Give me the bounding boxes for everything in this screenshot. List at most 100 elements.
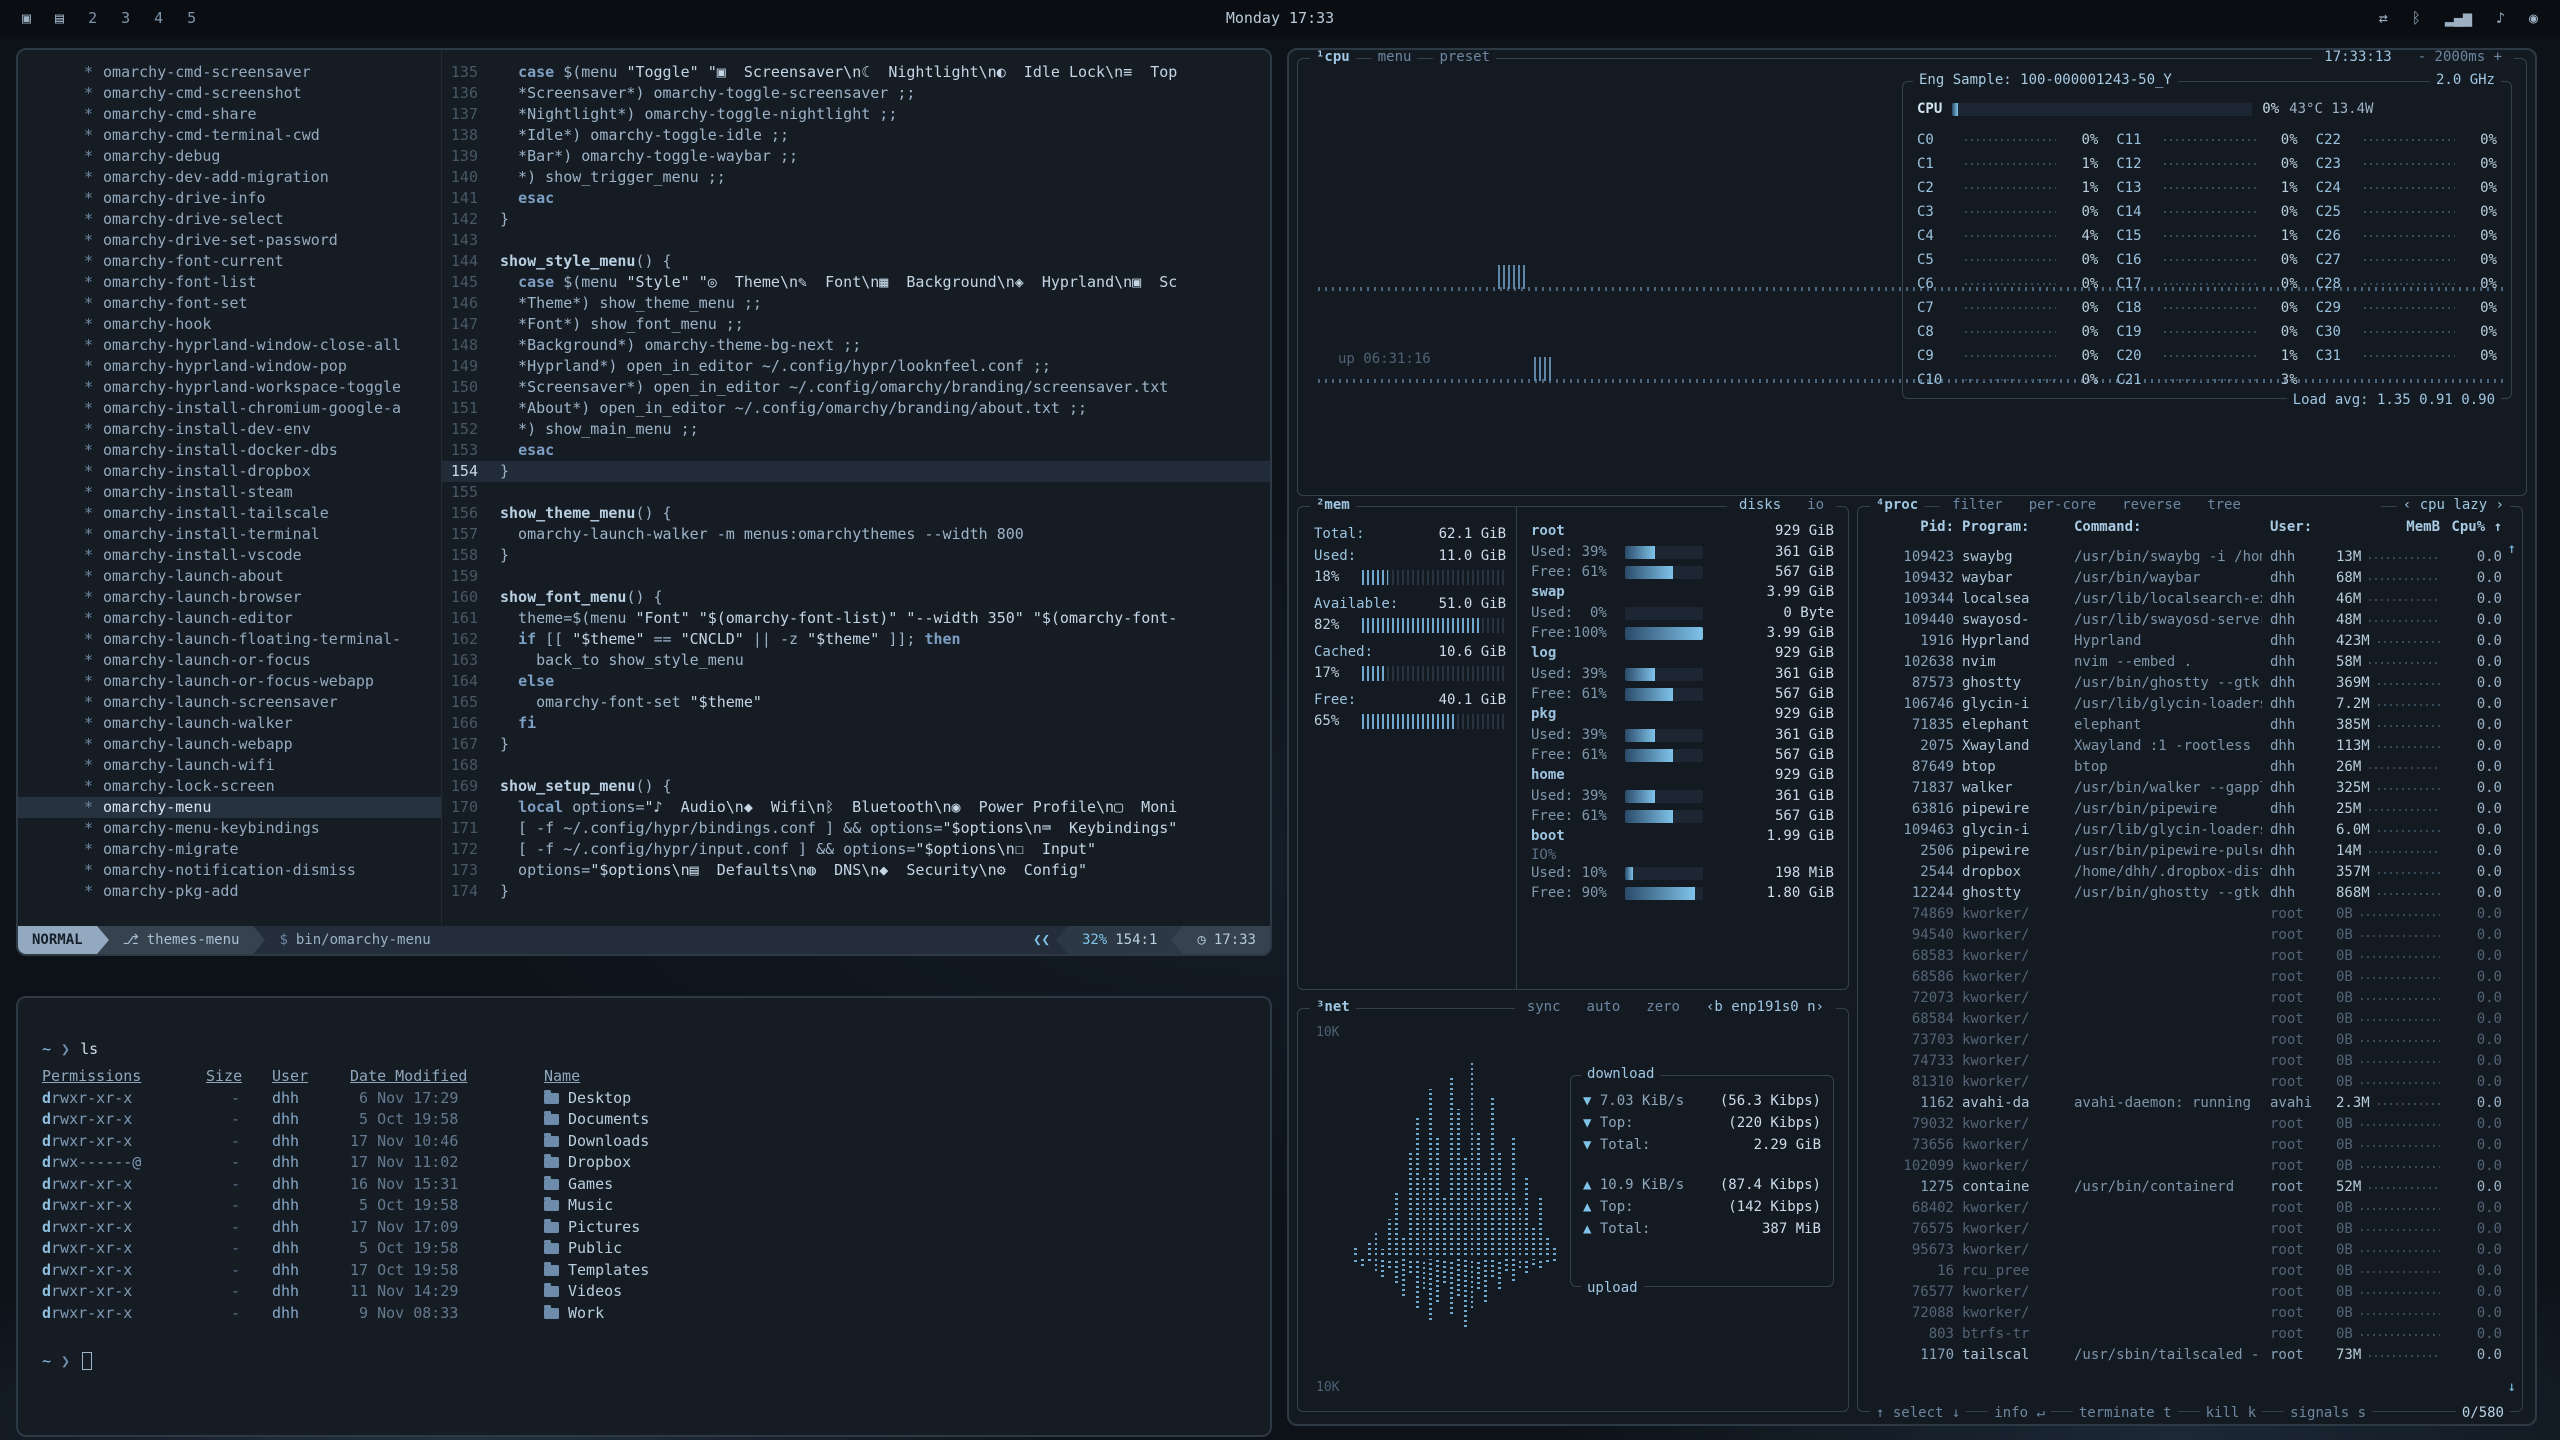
sync-button[interactable]: sync [1521,999,1567,1015]
process-row[interactable]: 1916HyprlandHyprlanddhh423M0.0 [1870,631,2502,652]
explorer-item[interactable]: *omarchy-menu [18,797,441,818]
explorer-item[interactable]: *omarchy-launch-or-focus [84,650,441,671]
process-row[interactable]: 76575kworker/root0B0.0 [1870,1219,2502,1240]
explorer-item[interactable]: *omarchy-install-steam [84,482,441,503]
process-row[interactable]: 109440swayosd-/usr/lib/swayosd-serverdhh… [1870,610,2502,631]
explorer-item[interactable]: *omarchy-cmd-screensaver [84,62,441,83]
process-row[interactable]: 1162avahi-daavahi-daemon: running [avahi… [1870,1093,2502,1114]
process-row[interactable]: 68586kworker/root0B0.0 [1870,967,2502,988]
explorer-item[interactable]: *omarchy-install-dev-env [84,419,441,440]
explorer-item[interactable]: *omarchy-hyprland-workspace-toggle [84,377,441,398]
explorer-item[interactable]: *omarchy-launch-webapp [84,734,441,755]
process-row[interactable]: 109432waybar/usr/bin/waybardhh68M0.0 [1870,568,2502,589]
explorer-item[interactable]: *omarchy-install-chromium-google-a [84,398,441,419]
explorer-item[interactable]: *omarchy-font-set [84,293,441,314]
process-row[interactable]: 109423swaybg/usr/bin/swaybg -i /homdhh13… [1870,547,2502,568]
column-header[interactable]: Command: [2074,519,2262,535]
process-row[interactable]: 94540kworker/root0B0.0 [1870,925,2502,946]
explorer-pane[interactable]: *omarchy-cmd-screensaver*omarchy-cmd-scr… [18,50,442,928]
explorer-item[interactable]: *omarchy-launch-or-focus-webapp [84,671,441,692]
footer-hint[interactable]: info ↵ [1988,1405,2051,1421]
code-pane[interactable]: 135 case $(menu "Toggle" "▣ Screensaver\… [442,50,1270,928]
explorer-item[interactable]: *omarchy-cmd-share [84,104,441,125]
footer-hint[interactable]: kill k [2200,1405,2263,1421]
process-row[interactable]: 68583kworker/root0B0.0 [1870,946,2502,967]
process-row[interactable]: 74869kworker/root0B0.0 [1870,904,2502,925]
workspace-button[interactable]: 3 [121,9,130,27]
footer-hint[interactable]: ↑ select ↓ [1870,1405,1966,1421]
explorer-item[interactable]: *omarchy-launch-browser [84,587,441,608]
explorer-item[interactable]: *omarchy-cmd-screenshot [84,83,441,104]
workspace-button[interactable]: 5 [187,9,196,27]
process-row[interactable]: 87649btopbtopdhh26M0.0 [1870,757,2502,778]
explorer-item[interactable]: *omarchy-install-dropbox [84,461,441,482]
footer-hint[interactable]: signals s [2284,1405,2372,1421]
explorer-item[interactable]: *omarchy-dev-add-migration [84,167,441,188]
process-row[interactable]: 2075XwaylandXwayland :1 -rootless -dhh11… [1870,736,2502,757]
explorer-item[interactable]: *omarchy-hyprland-window-close-all [84,335,441,356]
process-row[interactable]: 1275containe/usr/bin/containerdroot52M0.… [1870,1177,2502,1198]
explorer-item[interactable]: *omarchy-install-terminal [84,524,441,545]
process-row[interactable]: 803btrfs-trroot0B0.0 [1870,1324,2502,1345]
process-row[interactable]: 72088kworker/root0B0.0 [1870,1303,2502,1324]
process-row[interactable]: 73703kworker/root0B0.0 [1870,1030,2502,1051]
column-header[interactable]: Cpu% ↑ [2448,519,2502,535]
explorer-item[interactable]: *omarchy-hook [84,314,441,335]
window-icon[interactable]: ▤ [55,9,64,27]
explorer-item[interactable]: *omarchy-drive-set-password [84,230,441,251]
process-row[interactable]: 12244ghostty/usr/bin/ghostty --gtk-dhh86… [1870,883,2502,904]
explorer-item[interactable]: *omarchy-install-vscode [84,545,441,566]
explorer-item[interactable]: *omarchy-migrate [84,839,441,860]
process-row[interactable]: 76577kworker/root0B0.0 [1870,1282,2502,1303]
reverse-button[interactable]: reverse [2116,497,2187,513]
process-row[interactable]: 102099kworker/root0B0.0 [1870,1156,2502,1177]
explorer-item[interactable]: *omarchy-font-current [84,251,441,272]
process-row[interactable]: 2544dropbox/home/dhh/.dropbox-distdhh357… [1870,862,2502,883]
footer-hint[interactable]: terminate t [2073,1405,2178,1421]
interface-selector[interactable]: ‹b enp191s0 n› [1700,999,1830,1015]
process-row[interactable]: 16rcu_preeroot0B0.0 [1870,1261,2502,1282]
process-row[interactable]: 81310kworker/root0B0.0 [1870,1072,2502,1093]
process-row[interactable]: 106746glycin-i/usr/lib/glycin-loadersdhh… [1870,694,2502,715]
process-row[interactable]: 109344localsea/usr/lib/localsearch-exdhh… [1870,589,2502,610]
workspace-button[interactable]: 4 [154,9,163,27]
explorer-item[interactable]: *omarchy-debug [84,146,441,167]
process-table[interactable]: 109423swaybg/usr/bin/swaybg -i /homdhh13… [1858,547,2522,1405]
tray-meter-icon[interactable]: ▂▄▆ [2445,9,2472,27]
process-row[interactable]: 74733kworker/root0B0.0 [1870,1051,2502,1072]
bluetooth-icon[interactable]: ᛒ [2412,9,2421,27]
explorer-item[interactable]: *omarchy-notification-dismiss [84,860,441,881]
zero-button[interactable]: zero [1640,999,1686,1015]
auto-button[interactable]: auto [1581,999,1627,1015]
process-row[interactable]: 72073kworker/root0B0.0 [1870,988,2502,1009]
process-row[interactable]: 79032kworker/root0B0.0 [1870,1114,2502,1135]
explorer-item[interactable]: *omarchy-launch-walker [84,713,441,734]
process-row[interactable]: 87573ghostty/usr/bin/ghostty --gtk-dhh36… [1870,673,2502,694]
process-row[interactable]: 63816pipewire/usr/bin/pipewiredhh25M0.0 [1870,799,2502,820]
explorer-item[interactable]: *omarchy-launch-editor [84,608,441,629]
process-row[interactable]: 68584kworker/root0B0.0 [1870,1009,2502,1030]
explorer-item[interactable]: *omarchy-pkg-add [84,881,441,902]
terminal-window[interactable]: ~ ❯ ls PermissionsSizeUserDate ModifiedN… [16,996,1272,1437]
column-header[interactable]: Program: [1962,519,2066,535]
process-row[interactable]: 68402kworker/root0B0.0 [1870,1198,2502,1219]
process-row[interactable]: 109463glycin-i/usr/lib/glycin-loadersdhh… [1870,820,2502,841]
explorer-item[interactable]: *omarchy-menu-keybindings [84,818,441,839]
tree-button[interactable]: tree [2201,497,2247,513]
workspace-button[interactable]: 2 [88,9,97,27]
menu-button[interactable]: menu [1372,49,1418,65]
explorer-item[interactable]: *omarchy-drive-info [84,188,441,209]
explorer-item[interactable]: *omarchy-drive-select [84,209,441,230]
per-core-button[interactable]: per-core [2023,497,2102,513]
column-header[interactable]: User: [2270,519,2328,535]
sort-selector[interactable]: ‹ cpu lazy › [2397,497,2510,513]
process-row[interactable]: 71837walker/usr/bin/walker --gappldhh325… [1870,778,2502,799]
process-row[interactable]: 102638nvimnvim --embed .dhh58M0.0 [1870,652,2502,673]
logo-icon[interactable]: ▣ [22,9,31,27]
interval-control[interactable]: - 2000ms + [2412,49,2508,65]
explorer-item[interactable]: *omarchy-launch-wifi [84,755,441,776]
column-header[interactable]: Pid: [1870,519,1954,535]
process-row[interactable]: 73656kworker/root0B0.0 [1870,1135,2502,1156]
explorer-item[interactable]: *omarchy-lock-screen [84,776,441,797]
process-row[interactable]: 2506pipewire/usr/bin/pipewire-pulsedhh14… [1870,841,2502,862]
